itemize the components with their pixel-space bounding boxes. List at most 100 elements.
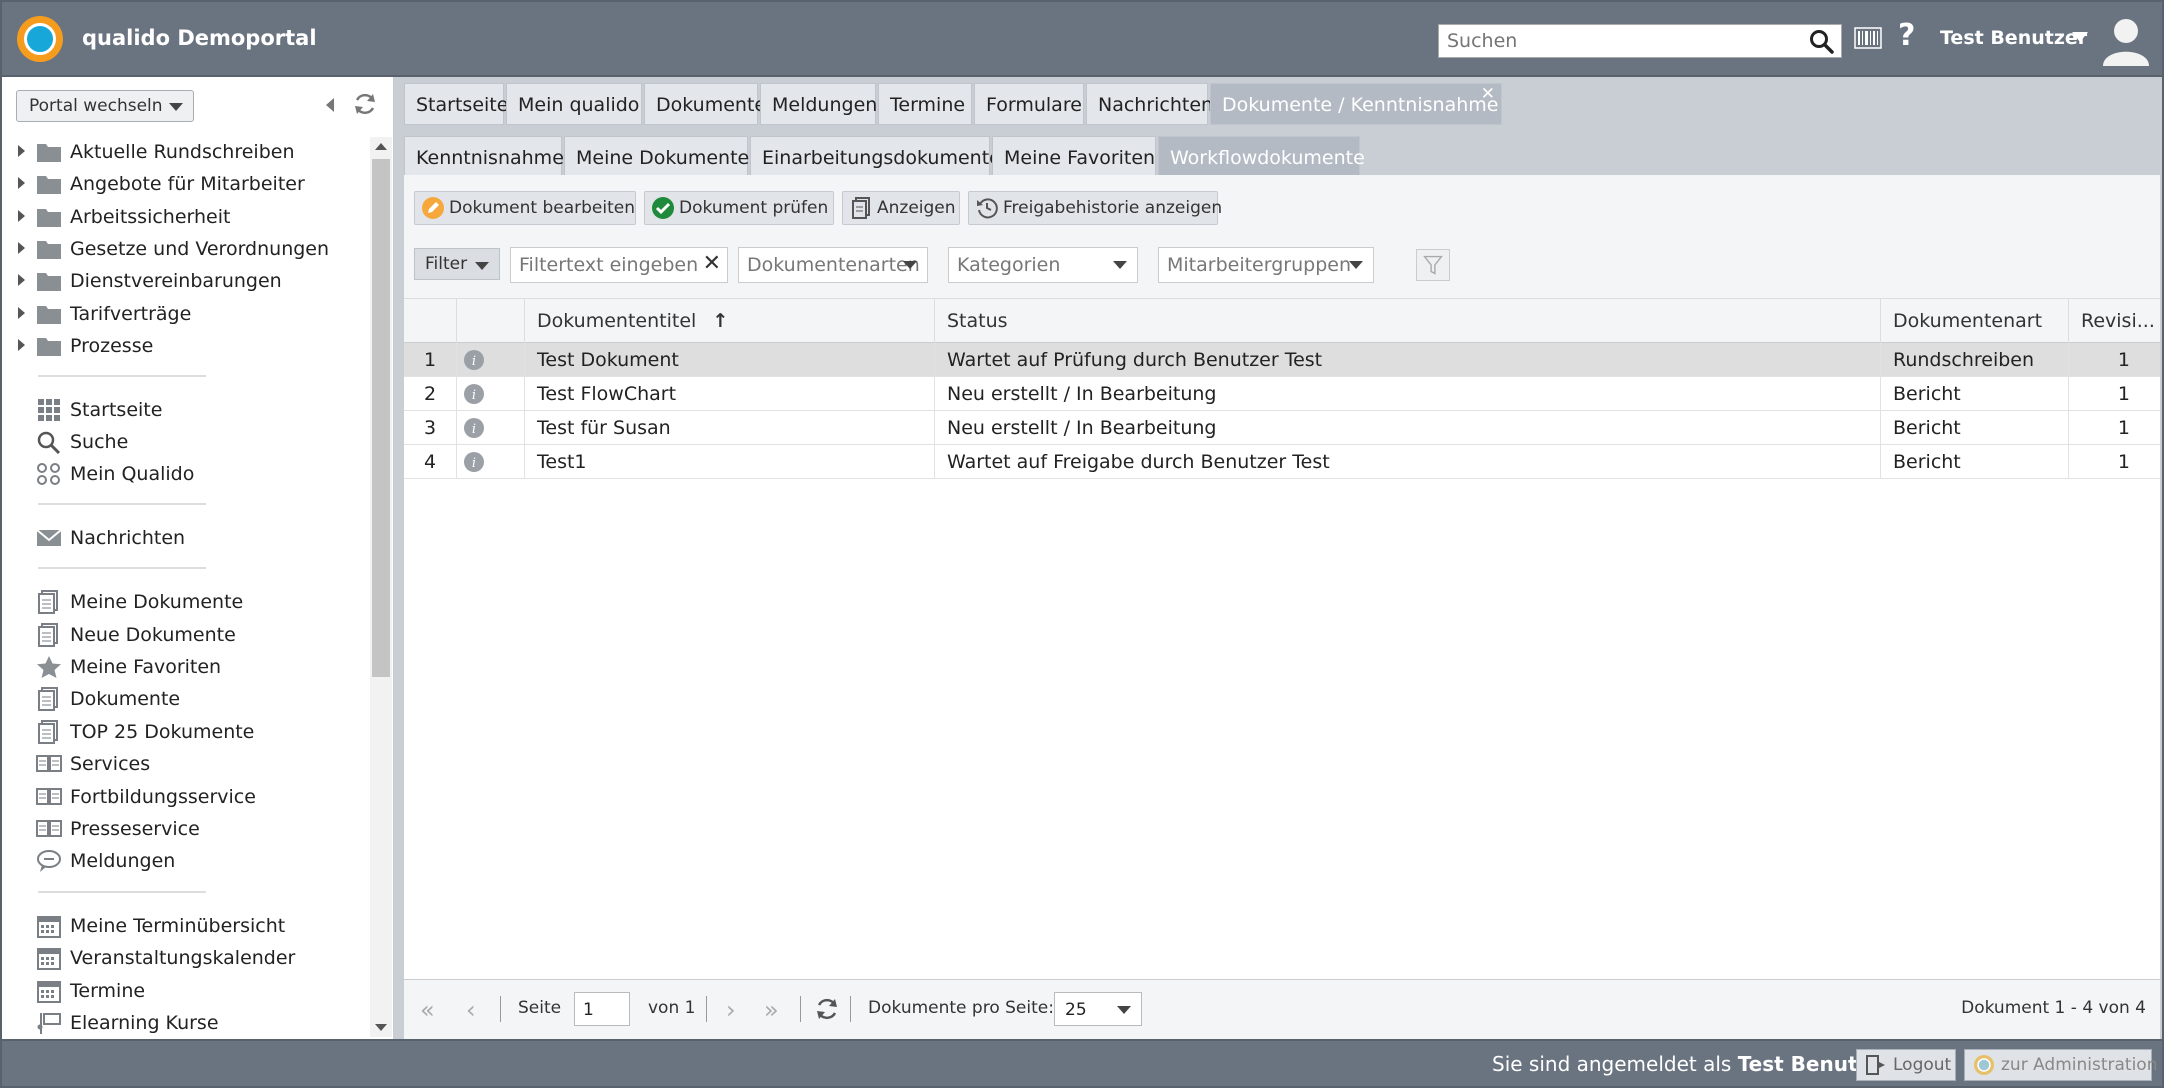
expand-triangle-icon[interactable]: [18, 210, 25, 222]
info-icon[interactable]: i: [463, 417, 485, 439]
sidebar-item-startseite[interactable]: Startseite: [2, 395, 370, 425]
tab-workflowdokumente[interactable]: Workflowdokumente: [1158, 136, 1365, 178]
check-document-button[interactable]: Dokument prüfen: [644, 191, 834, 225]
show-button[interactable]: Anzeigen: [842, 191, 960, 225]
tab-dokumente-kenntnisnahme[interactable]: Dokumente / Kenntnisnahme ✕: [1210, 83, 1502, 125]
expand-triangle-icon[interactable]: [18, 242, 25, 254]
search-box[interactable]: [1438, 24, 1842, 58]
search-icon[interactable]: [1809, 29, 1835, 55]
groups-dropdown[interactable]: Mitarbeitergruppen: [1158, 247, 1374, 283]
col-status-header[interactable]: Status: [934, 299, 1880, 343]
collapse-sidebar-icon[interactable]: [326, 98, 334, 112]
user-menu-caret-icon[interactable]: [2072, 32, 2088, 42]
avatar[interactable]: [2100, 14, 2152, 66]
tab-dokumente[interactable]: Dokumente: [644, 83, 766, 125]
sidebar-item-elearning-kurse[interactable]: Elearning Kurse: [2, 1008, 370, 1037]
funnel-icon[interactable]: [1416, 249, 1450, 281]
portal-switch-dropdown[interactable]: Portal wechseln: [16, 90, 194, 122]
sidebar-item-mein-qualido[interactable]: Mein Qualido: [2, 459, 370, 489]
table-row[interactable]: 1 i Test Dokument Wartet auf Prüfung dur…: [404, 343, 2160, 377]
approval-history-button[interactable]: Freigabehistorie anzeigen: [968, 191, 1222, 225]
sidebar-folder[interactable]: Gesetze und Verordnungen: [2, 234, 370, 264]
tab-nachrichten[interactable]: Nachrichten: [1086, 83, 1213, 125]
table-row[interactable]: 4 i Test1 Wartet auf Freigabe durch Benu…: [404, 445, 2160, 479]
info-icon[interactable]: i: [463, 349, 485, 371]
sidebar-folder-label: Gesetze und Verordnungen: [70, 238, 330, 260]
tab-einarbeitungsdokumente[interactable]: Einarbeitungsdokumente: [750, 136, 1001, 178]
sidebar-item-top25[interactable]: TOP 25 Dokumente: [2, 717, 370, 747]
table-row[interactable]: 3 i Test für Susan Neu erstellt / In Bea…: [404, 411, 2160, 445]
refresh-icon[interactable]: [352, 91, 378, 117]
administration-button[interactable]: zur Administration: [1964, 1049, 2158, 1081]
expand-triangle-icon[interactable]: [18, 339, 25, 351]
col-doctype-header[interactable]: Dokumentenart: [1880, 299, 2068, 343]
sidebar-item-meine-dokumente[interactable]: Meine Dokumente: [2, 587, 370, 617]
expand-triangle-icon[interactable]: [18, 177, 25, 189]
sidebar-folder[interactable]: Tarifverträge: [2, 299, 370, 329]
help-icon[interactable]: ?: [1898, 18, 1915, 53]
expand-triangle-icon[interactable]: [18, 145, 25, 157]
tab-meine-favoriten[interactable]: Meine Favoriten: [992, 136, 1156, 178]
edit-document-button[interactable]: Dokument bearbeiten: [414, 191, 636, 225]
sidebar-folder[interactable]: Angebote für Mitarbeiter: [2, 169, 370, 199]
barcode-icon[interactable]: [1854, 26, 1882, 50]
search-input[interactable]: [1439, 25, 1799, 57]
row-number: 1: [423, 349, 437, 371]
last-page-icon[interactable]: »: [764, 996, 779, 1024]
tab-mein-qualido[interactable]: Mein qualido: [506, 83, 642, 125]
sidebar-item-label: Nachrichten: [70, 527, 186, 549]
close-icon[interactable]: ✕: [1481, 84, 1495, 104]
sidebar-item-services[interactable]: Services: [2, 749, 370, 779]
filter-text-input[interactable]: Filtertext eingeben ✕: [510, 247, 728, 283]
tab-formulare[interactable]: Formulare: [974, 83, 1084, 125]
tab-meine-dokumente[interactable]: Meine Dokumente: [564, 136, 749, 178]
sidebar-scroll-thumb[interactable]: [372, 159, 390, 677]
previous-page-icon[interactable]: ‹: [466, 996, 476, 1024]
sidebar-item-veranstaltungskalender[interactable]: Veranstaltungskalender: [2, 943, 370, 973]
sidebar-item-meine-favoriten[interactable]: Meine Favoriten: [2, 652, 370, 682]
sidebar-item-dokumente[interactable]: Dokumente: [2, 684, 370, 714]
scroll-down-icon[interactable]: [375, 1024, 387, 1031]
clear-filter-icon[interactable]: ✕: [703, 251, 721, 276]
col-title-header[interactable]: Dokumententitel ↑: [524, 299, 934, 343]
sidebar-item-fortbildungsservice[interactable]: Fortbildungsservice: [2, 782, 370, 812]
filter-button[interactable]: Filter: [414, 248, 500, 280]
row-info-cell[interactable]: i: [456, 411, 524, 445]
sidebar-item-terminuebersicht[interactable]: Meine Terminübersicht: [2, 911, 370, 941]
sidebar-folder[interactable]: Dienstvereinbarungen: [2, 266, 370, 296]
tab-meldungen[interactable]: Meldungen: [760, 83, 877, 125]
table-row[interactable]: 2 i Test FlowChart Neu erstellt / In Bea…: [404, 377, 2160, 411]
row-info-cell[interactable]: i: [456, 445, 524, 479]
refresh-icon[interactable]: [814, 996, 840, 1022]
first-page-icon[interactable]: «: [420, 996, 435, 1024]
sidebar-item-termine[interactable]: Termine: [2, 976, 370, 1006]
sidebar-item-meldungen[interactable]: Meldungen: [2, 846, 370, 876]
sidebar-folder[interactable]: Arbeitssicherheit: [2, 202, 370, 232]
sidebar-item-presseservice[interactable]: Presseservice: [2, 814, 370, 844]
tab-kenntnisnahme[interactable]: Kenntnisnahme: [404, 136, 564, 178]
col-revision-header[interactable]: Revisi...: [2068, 299, 2160, 343]
scroll-up-icon[interactable]: [375, 143, 387, 150]
sidebar-item-neue-dokumente[interactable]: Neue Dokumente: [2, 620, 370, 650]
logout-button[interactable]: Logout: [1856, 1049, 1956, 1081]
sidebar-item-suche[interactable]: Suche: [2, 427, 370, 457]
info-icon[interactable]: i: [463, 451, 485, 473]
expand-triangle-icon[interactable]: [18, 274, 25, 286]
row-info-cell[interactable]: i: [456, 343, 524, 377]
sidebar-scrollbar[interactable]: [370, 137, 392, 1037]
tab-termine[interactable]: Termine: [878, 83, 972, 125]
info-icon[interactable]: i: [463, 383, 485, 405]
doctype-dropdown[interactable]: Dokumentenarten: [738, 247, 928, 283]
sidebar-folder[interactable]: Aktuelle Rundschreiben: [2, 137, 370, 167]
expand-triangle-icon[interactable]: [18, 307, 25, 319]
sidebar-item-nachrichten[interactable]: Nachrichten: [2, 523, 370, 553]
next-page-icon[interactable]: ›: [726, 996, 736, 1024]
page-number-input[interactable]: 1: [574, 992, 630, 1026]
categories-dropdown[interactable]: Kategorien: [948, 247, 1138, 283]
qualido-logo[interactable]: [17, 16, 63, 62]
per-page-dropdown[interactable]: 25: [1054, 992, 1142, 1026]
user-menu-name[interactable]: Test Benutzer: [1940, 27, 2087, 49]
tab-startseite[interactable]: Startseite: [404, 83, 508, 125]
sidebar-folder[interactable]: Prozesse: [2, 331, 370, 361]
row-info-cell[interactable]: i: [456, 377, 524, 411]
